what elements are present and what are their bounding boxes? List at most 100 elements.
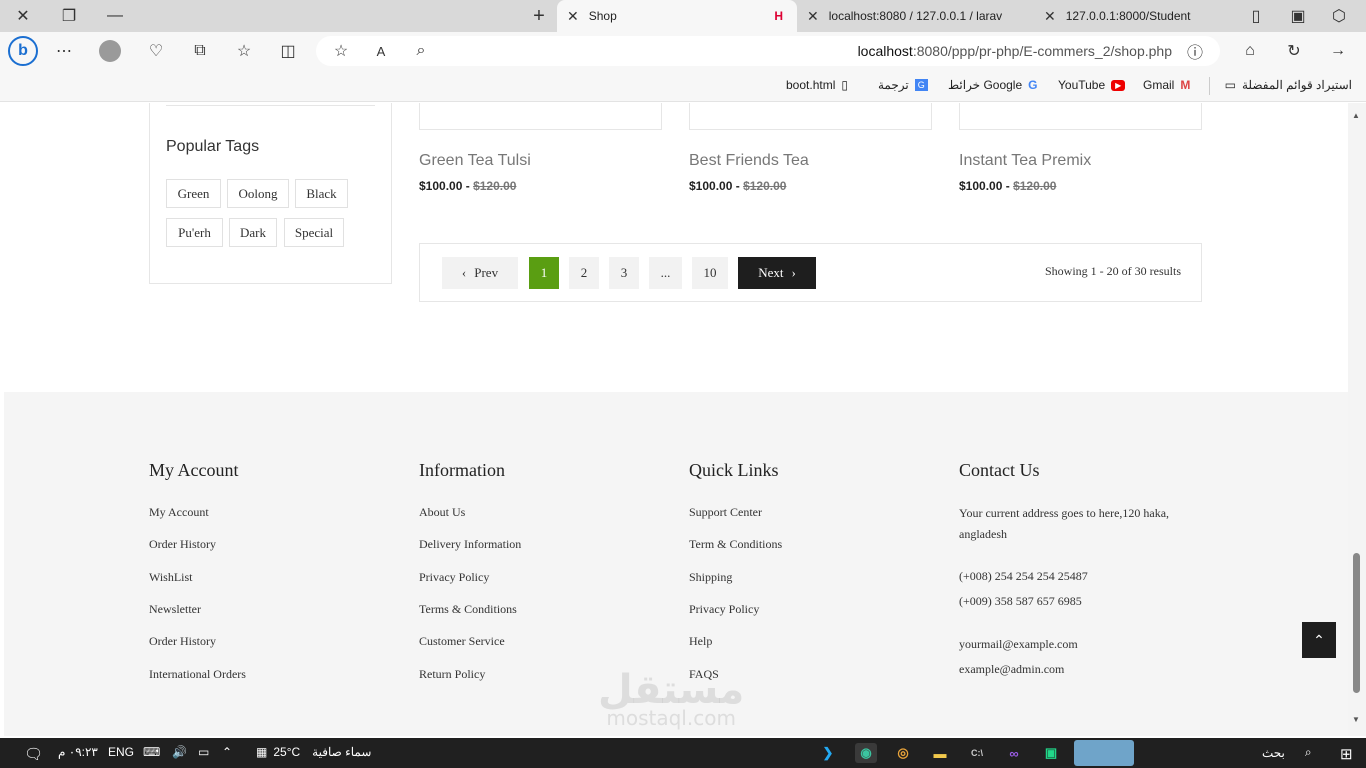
scroll-up-icon[interactable]: ▲ (1352, 111, 1360, 120)
edge-icon[interactable]: ◉ (855, 743, 877, 763)
scroll-down-icon[interactable]: ▼ (1352, 715, 1360, 724)
visual-studio-icon[interactable]: ∞ (1003, 743, 1025, 763)
tab-shop[interactable]: ✕ Shop H (557, 0, 797, 32)
footer-link[interactable]: Order History (149, 537, 216, 552)
bing-icon[interactable]: b (8, 36, 38, 66)
tag-special[interactable]: Special (284, 218, 344, 247)
footer-link[interactable]: International Orders (149, 667, 246, 682)
close-tab-icon[interactable]: ✕ (567, 8, 579, 25)
url-text[interactable]: localhost:8080/ppp/pr-php/E-commers_2/sh… (858, 43, 1172, 59)
footer-link[interactable]: Privacy Policy (689, 602, 759, 617)
url-path: :8080/ppp/pr-php/E-commers_2/shop.php (912, 43, 1172, 59)
language-indicator[interactable]: ENG (108, 745, 134, 759)
tag-black[interactable]: Black (295, 179, 348, 208)
weather-widget[interactable]: ▦ 25°C سماء صافية (256, 745, 371, 759)
contact-address-line1: Your current address goes to here,120 ha… (959, 506, 1170, 520)
tab-student[interactable]: ✕ 127.0.0.1:8000/Student (1036, 0, 1276, 32)
google-icon: G (1028, 78, 1038, 92)
pycharm-icon[interactable]: ▣ (1040, 743, 1062, 763)
favorites-icon[interactable]: ☆ (233, 40, 255, 62)
footer-link[interactable]: Term & Conditions (689, 537, 782, 552)
vscode-icon[interactable]: ❯ (817, 743, 839, 763)
keyboard-icon[interactable]: ⌨ (143, 745, 160, 759)
contact-phone-1[interactable]: (+008) 254 254 254 25487 (959, 569, 1088, 584)
start-icon[interactable]: ⊞ (1340, 745, 1353, 763)
footer-link[interactable]: About Us (419, 505, 465, 520)
product-image[interactable] (689, 103, 932, 130)
more-options-icon[interactable]: ⋯ (53, 40, 75, 62)
close-tab-icon[interactable]: ✕ (1044, 8, 1056, 25)
footer-link[interactable]: My Account (149, 505, 209, 520)
show-hidden-icons[interactable]: ⌃ (222, 745, 232, 759)
browser-essentials-icon[interactable]: ♡ (145, 40, 167, 62)
footer-link[interactable]: Order History (149, 634, 216, 649)
bookmark-import-favorites[interactable]: ▭ استيراد قوائم المفضلة (1225, 78, 1352, 92)
battery-icon[interactable]: ▭ (198, 745, 209, 759)
footer-link[interactable]: Newsletter (149, 602, 201, 617)
product-image[interactable] (959, 103, 1202, 130)
contact-phone-2[interactable]: (+009) 358 587 657 6985 (959, 594, 1082, 609)
footer-link[interactable]: WishList (149, 570, 193, 585)
volume-icon[interactable]: 🔊 (172, 745, 187, 759)
footer-link[interactable]: Return Policy (419, 667, 485, 682)
product-name[interactable]: Best Friends Tea (689, 152, 809, 170)
bookmark-google-maps[interactable]: خرائط Google G (948, 78, 1037, 92)
zoom-icon[interactable]: ⌕ (410, 40, 432, 62)
contact-email-2[interactable]: example@admin.com (959, 662, 1064, 677)
add-favorite-icon[interactable]: ☆ (330, 40, 352, 62)
tag-green[interactable]: Green (166, 179, 221, 208)
back-to-top-button[interactable]: ⌃ (1302, 622, 1336, 658)
address-bar[interactable]: ☆ A ⌕ localhost:8080/ppp/pr-php/E-commer… (316, 36, 1220, 66)
search-box[interactable]: بحث ⌕ (1262, 745, 1312, 760)
page-icon[interactable]: ▯ (1245, 5, 1267, 27)
read-aloud-icon[interactable]: A (370, 40, 392, 62)
bookmark-gmail[interactable]: Gmail M (1143, 78, 1190, 92)
terminal-icon[interactable]: C:\ (966, 743, 988, 763)
file-explorer-icon[interactable]: ▬ (929, 743, 951, 763)
next-button[interactable]: Next › (738, 257, 816, 289)
footer-link[interactable]: Delivery Information (419, 537, 521, 552)
tab-phpmyadmin[interactable]: ✕ localhost:8080 / 127.0.0.1 / larav (797, 0, 1033, 32)
footer-link[interactable]: Support Center (689, 505, 762, 520)
notifications-icon[interactable]: 🗨 (24, 745, 43, 763)
page-3-button[interactable]: 3 (609, 257, 639, 289)
page-scrollbar[interactable]: ▲ ▼ (1348, 103, 1366, 736)
minimize-window-icon[interactable]: — (104, 5, 126, 27)
tag-oolong[interactable]: Oolong (227, 179, 289, 208)
page-10-button[interactable]: 10 (692, 257, 728, 289)
home-icon[interactable]: ⌂ (1239, 40, 1261, 62)
bookmark-translate[interactable]: ترجمة G (878, 78, 928, 92)
footer-link[interactable]: Shipping (689, 570, 732, 585)
prev-button[interactable]: ‹ Prev (442, 257, 518, 289)
close-window-icon[interactable]: ✕ (12, 5, 34, 27)
tag-puerh[interactable]: Pu'erh (166, 218, 223, 247)
split-screen-icon[interactable]: ◫ (277, 40, 299, 62)
new-tab-icon[interactable]: + (528, 5, 550, 27)
tab-actions-icon[interactable]: ▣ (1287, 5, 1309, 27)
site-info-icon[interactable]: ⓘ (1184, 40, 1206, 62)
bookmark-boot-html[interactable]: boot.html ▯ (786, 78, 848, 92)
forward-icon[interactable]: → (1327, 40, 1349, 62)
product-name[interactable]: Green Tea Tulsi (419, 152, 531, 170)
bookmark-youtube[interactable]: YouTube ▶ (1058, 78, 1126, 92)
contact-email-1[interactable]: yourmail@example.com (959, 637, 1078, 652)
footer-link[interactable]: Help (689, 634, 712, 649)
page-1-button[interactable]: 1 (529, 257, 559, 289)
close-tab-icon[interactable]: ✕ (807, 8, 819, 25)
footer-link[interactable]: Privacy Policy (419, 570, 489, 585)
tag-dark[interactable]: Dark (229, 218, 277, 247)
profile-icon[interactable] (99, 40, 121, 62)
chrome-icon[interactable]: ◎ (892, 743, 914, 763)
workspaces-icon[interactable]: ⬡ (1328, 5, 1350, 27)
collections-icon[interactable]: ⧉ (189, 40, 211, 62)
bookmark-label: ترجمة (878, 78, 909, 92)
page-2-button[interactable]: 2 (569, 257, 599, 289)
footer-link[interactable]: Customer Service (419, 634, 505, 649)
refresh-icon[interactable]: ↻ (1283, 40, 1305, 62)
product-name[interactable]: Instant Tea Premix (959, 152, 1091, 170)
clock[interactable]: ٠٩:٢٣ م (58, 745, 98, 759)
product-image[interactable] (419, 103, 662, 130)
scrollbar-thumb[interactable] (1353, 553, 1360, 693)
restore-window-icon[interactable]: ❐ (58, 5, 80, 27)
footer-link[interactable]: Terms & Conditions (419, 602, 517, 617)
